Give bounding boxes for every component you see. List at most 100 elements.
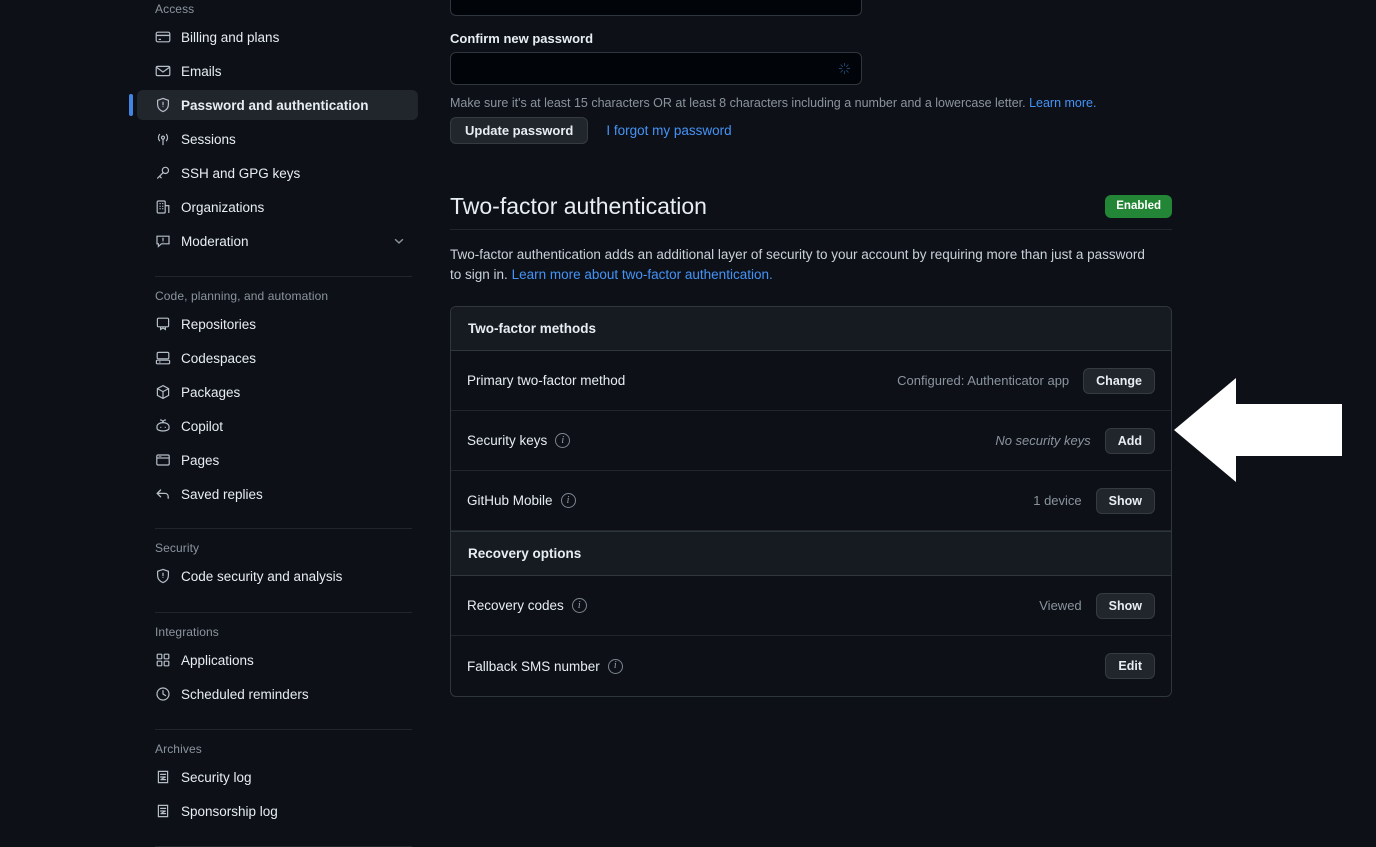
log-icon — [155, 803, 171, 819]
sidebar-item-label: Codespaces — [181, 350, 257, 366]
row-status: No security keys — [995, 433, 1091, 449]
row-actions: Configured: Authenticator app Change — [897, 367, 1155, 394]
learn-more-link[interactable]: Learn more. — [1029, 96, 1096, 110]
sidebar-item-label: Sessions — [181, 131, 236, 147]
sidebar-item-organizations[interactable]: Organizations — [137, 192, 418, 222]
row-status: Configured: Authenticator app — [897, 373, 1070, 389]
key-icon — [155, 165, 171, 181]
sidebar-item-password-and-authentication[interactable]: Password and authentication — [129, 90, 418, 120]
sidebar-item-label: SSH and GPG keys — [181, 165, 301, 181]
row-label: Fallback SMS number i — [467, 658, 623, 674]
row-label: Primary two-factor method — [467, 373, 625, 388]
sidebar-item-copilot[interactable]: Copilot — [137, 411, 418, 441]
new-password-input[interactable] — [450, 0, 862, 16]
row-actions: 1 device Show — [1033, 487, 1155, 514]
mail-icon — [155, 63, 171, 79]
sidebar-item-sessions[interactable]: Sessions — [137, 124, 418, 154]
codespaces-icon — [155, 350, 171, 366]
broadcast-icon — [155, 131, 171, 147]
chevron-down-icon[interactable] — [392, 234, 406, 248]
confirm-new-password-field[interactable] — [450, 52, 862, 85]
sidebar-item-applications[interactable]: Applications — [137, 645, 418, 675]
info-icon[interactable]: i — [555, 433, 571, 449]
sidebar-item-label: Billing and plans — [181, 29, 280, 45]
two-factor-methods-card: Two-factor methods Primary two-factor me… — [450, 306, 1172, 698]
row-label-text: Security keys — [467, 433, 548, 449]
row-actions: Viewed Show — [1039, 592, 1155, 619]
sidebar-item-label: Emails — [181, 63, 222, 79]
sidebar-item-label: Sponsorship log — [181, 803, 278, 819]
row-label-text: Fallback SMS number — [467, 658, 600, 674]
shield-icon — [155, 97, 171, 113]
shield-icon — [155, 568, 171, 584]
show-recovery-codes-button[interactable]: Show — [1095, 592, 1155, 619]
confirm-new-password-label: Confirm new password — [450, 31, 594, 46]
sidebar-item-pages[interactable]: Pages — [137, 445, 418, 475]
status-badge: Enabled — [1105, 195, 1172, 218]
sidebar-group-security: Security Code security and analysis — [137, 541, 420, 597]
row-label: Security keys i — [467, 433, 571, 449]
row-status: Viewed — [1039, 598, 1082, 614]
sidebar-item-repositories[interactable]: Repositories — [137, 309, 418, 339]
row-label-text: GitHub Mobile — [467, 493, 553, 509]
settings-sidebar: Access Billing and plans Emails Password… — [129, 0, 420, 847]
sidebar-divider — [155, 528, 412, 529]
sidebar-group-title: Security — [155, 541, 200, 555]
arrow-left-overlay-annotation — [1174, 378, 1342, 482]
card-section-header-recovery: Recovery options — [451, 531, 1171, 577]
sidebar-group-title: Code, planning, and automation — [155, 289, 329, 303]
sidebar-item-code-security-and-analysis[interactable]: Code security and analysis — [137, 561, 418, 591]
apps-grid-icon — [155, 652, 171, 668]
page-title: Two-factor authentication — [450, 193, 707, 219]
password-requirements-hint: Make sure it's at least 15 characters OR… — [450, 96, 1172, 110]
sidebar-divider — [155, 276, 412, 277]
sidebar-item-security-log[interactable]: Security log — [137, 762, 418, 792]
info-icon[interactable]: i — [571, 598, 587, 614]
sidebar-item-ssh-and-gpg-keys[interactable]: SSH and GPG keys — [137, 158, 418, 188]
sidebar-item-label: Scheduled reminders — [181, 686, 309, 702]
two-factor-description: Two-factor authentication adds an additi… — [450, 245, 1150, 284]
organization-icon — [155, 199, 171, 215]
sidebar-item-sponsorship-log[interactable]: Sponsorship log — [137, 796, 418, 826]
sidebar-item-scheduled-reminders[interactable]: Scheduled reminders — [137, 679, 418, 709]
add-security-key-button[interactable]: Add — [1104, 427, 1155, 454]
table-row: Primary two-factor method Configured: Au… — [451, 351, 1171, 412]
loading-spinner-icon — [837, 62, 851, 76]
row-status: 1 device — [1033, 493, 1082, 509]
reply-icon — [155, 486, 171, 502]
row-label: Recovery codes i — [467, 598, 587, 614]
sidebar-item-label: Applications — [181, 652, 254, 668]
row-label: GitHub Mobile i — [467, 493, 576, 509]
sidebar-item-saved-replies[interactable]: Saved replies — [137, 479, 418, 509]
row-label-text: Recovery codes — [467, 598, 564, 614]
sidebar-item-label: Code security and analysis — [181, 568, 343, 584]
show-github-mobile-button[interactable]: Show — [1095, 487, 1155, 514]
two-factor-learn-more-link[interactable]: Learn more about two-factor authenticati… — [512, 267, 773, 282]
sidebar-item-moderation[interactable]: Moderation — [137, 226, 418, 256]
credit-card-icon — [155, 29, 171, 45]
row-actions: Edit — [1091, 653, 1155, 680]
sidebar-item-emails[interactable]: Emails — [137, 56, 418, 86]
sidebar-item-label: Copilot — [181, 418, 224, 434]
sidebar-divider — [155, 729, 412, 730]
table-row: Recovery codes i Viewed Show — [451, 576, 1171, 637]
sidebar-group-title: Archives — [155, 742, 202, 756]
update-password-button[interactable]: Update password — [450, 117, 589, 144]
sidebar-item-label: Packages — [181, 384, 241, 400]
sidebar-item-packages[interactable]: Packages — [137, 377, 418, 407]
sidebar-item-billing-and-plans[interactable]: Billing and plans — [137, 22, 418, 52]
sidebar-group-title: Integrations — [155, 625, 219, 639]
info-icon[interactable]: i — [560, 493, 576, 509]
forgot-password-link[interactable]: I forgot my password — [606, 123, 731, 138]
copilot-icon — [155, 418, 171, 434]
sidebar-item-label: Security log — [181, 769, 252, 785]
repo-icon — [155, 316, 171, 332]
sidebar-item-codespaces[interactable]: Codespaces — [137, 343, 418, 373]
edit-fallback-sms-button[interactable]: Edit — [1105, 653, 1155, 680]
change-primary-method-button[interactable]: Change — [1083, 367, 1155, 394]
info-icon[interactable]: i — [607, 658, 623, 674]
card-section-header-methods: Two-factor methods — [451, 307, 1171, 352]
row-label-text: Primary two-factor method — [467, 373, 626, 389]
sidebar-item-label: Saved replies — [181, 486, 263, 502]
table-row: GitHub Mobile i 1 device Show — [451, 471, 1171, 532]
